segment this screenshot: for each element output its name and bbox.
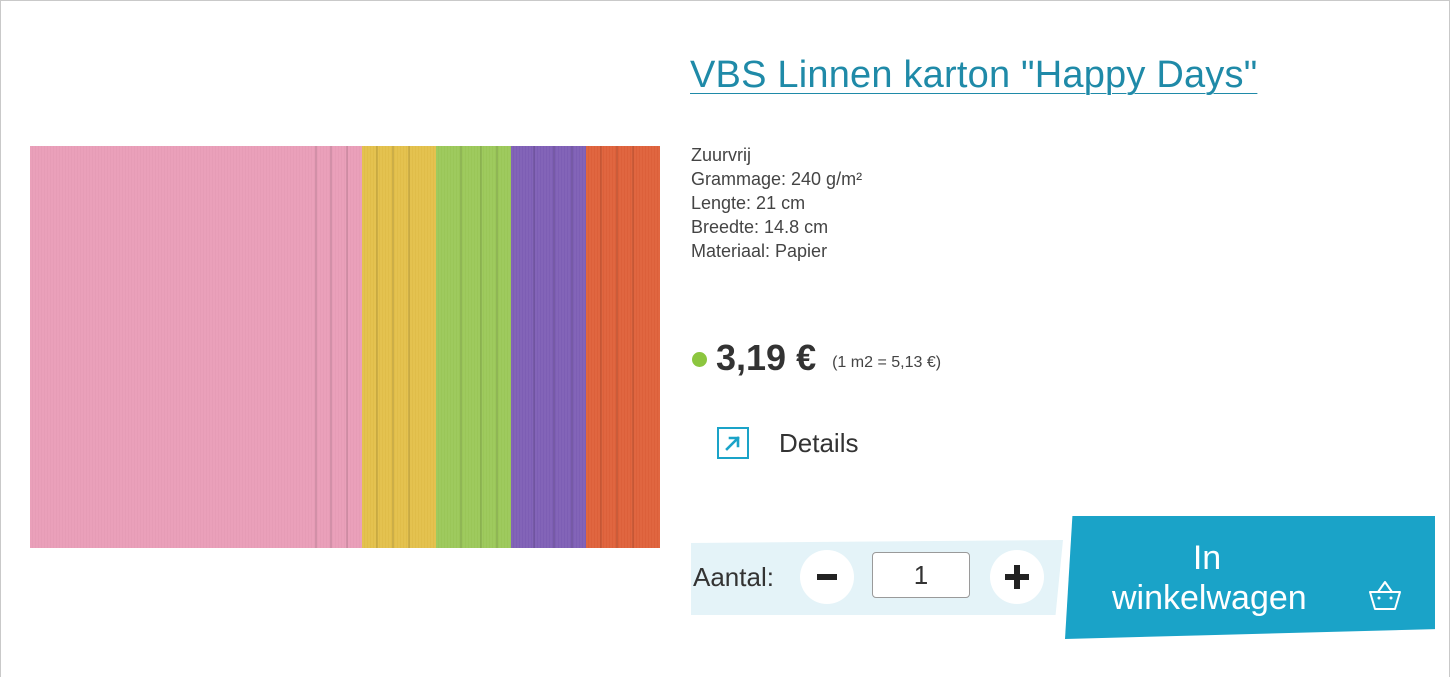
plus-icon (1005, 565, 1029, 589)
external-arrow-icon (717, 427, 749, 459)
product-price: 3,19 € (716, 337, 817, 378)
sheet-orange (586, 146, 660, 548)
add-to-cart-button[interactable] (1065, 516, 1435, 639)
price-row: 3,19 € (1 m2 = 5,13 €) (692, 337, 941, 379)
details-link[interactable]: Details (717, 427, 858, 459)
sheet-purple (511, 146, 586, 548)
product-title-link[interactable]: VBS Linnen karton "Happy Days" (690, 54, 1257, 97)
details-label: Details (779, 427, 859, 458)
spec-length: Lengte: 21 cm (691, 193, 806, 213)
spec-material: Materiaal: Papier (691, 241, 828, 261)
minus-icon (817, 574, 837, 580)
spec-grammage: Grammage: 240 g/m² (691, 169, 863, 189)
product-specs: Zuurvrij Grammage: 240 g/m² Lengte: 21 c… (691, 143, 862, 263)
quantity-input[interactable] (872, 552, 970, 598)
sheet-pink (30, 146, 362, 548)
sheet-yellow (362, 146, 436, 548)
spec-width: Breedte: 14.8 cm (691, 217, 829, 237)
stock-indicator-dot (692, 351, 707, 367)
sheet-green (436, 146, 511, 548)
spec-acid-free: Zuurvrij (691, 145, 752, 165)
quantity-increase-button[interactable] (990, 550, 1044, 604)
quantity-label: Aantal: (693, 562, 774, 592)
product-image[interactable] (30, 146, 660, 548)
unit-price: (1 m2 = 5,13 €) (832, 354, 942, 371)
quantity-decrease-button[interactable] (800, 550, 854, 604)
